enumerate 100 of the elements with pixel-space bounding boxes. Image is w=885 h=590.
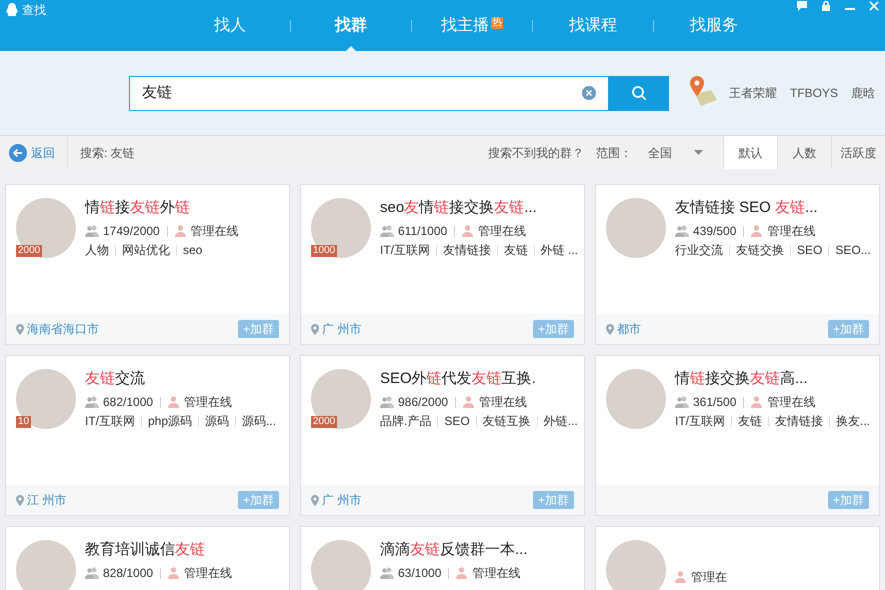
group-tag: 行业交流 [675,241,723,259]
admin-status: 管理在线 [767,394,816,411]
group-card[interactable]: 2000 SEO外链代发友链互换. 986/2000 管理在线 品牌.产品 SEO 友链互换 外链... 广 州市 +加群 [300,355,585,516]
level-badge: 10 [16,416,32,428]
group-tag: 品牌.产品 [380,412,432,430]
group-tag: IT/互联网 [675,412,725,430]
level-badge: 2000 [16,245,42,257]
hot-search-link[interactable]: 鹿晗 [851,84,876,102]
member-count: 1749/2000 [103,223,160,240]
member-count: 611/1000 [398,223,448,240]
group-card[interactable]: 1000 seo友情链接交换友链... 611/1000 管理在线 IT/互联网 友情链接 友链 外链 ... 广 州市 +加群 [300,184,585,345]
people-icon [380,225,394,237]
group-title[interactable]: seo友情链接交换友链... [380,198,578,218]
group-card[interactable]: 情链接交换友链高... 361/500 管理在线 IT/互联网 友链 友情链接 换友... +加群 [595,355,880,516]
person-icon [462,225,474,237]
group-tag: 友链 [504,241,528,259]
level-badge: 2000 [311,416,338,428]
group-title[interactable]: 情链接友链外链 [85,198,239,218]
location-pin-icon [311,494,319,506]
scope-label: 范围： [596,144,632,162]
member-count: 828/1000 [103,565,154,582]
search-query-text: 搜索: 友链 [80,144,135,162]
person-icon [168,396,180,408]
group-tag: 友链 [738,412,762,430]
avatar-placeholder [606,540,666,590]
admin-status: 管理在线 [478,223,526,240]
admin-status: 管理在线 [184,394,232,411]
person-icon [456,567,468,579]
member-count: 439/500 [693,223,736,240]
help-link[interactable]: 搜索不到我的群？ [488,144,584,162]
admin-status: 管理在线 [479,394,528,411]
group-card[interactable]: 友情链接 SEO 友链... 439/500 管理在线 行业交流 友链交换 SEO SEO... 都市 +加群 [595,184,880,345]
search-field[interactable]: 友链 [129,76,609,110]
group-title[interactable]: 情链接交换友链高... [675,369,870,389]
feedback-icon[interactable] [797,1,807,11]
lock-icon[interactable] [821,1,831,11]
person-icon [675,571,686,583]
group-tag: 人物 [85,241,109,259]
avatar-placeholder [16,540,76,590]
scope-dropdown[interactable]: 全国 [648,144,723,162]
group-tag: 友链互换 [482,412,531,430]
group-tag: SEO [797,241,822,259]
close-icon[interactable] [869,1,879,11]
group-title[interactable]: SEO外链代发友链互换. [380,369,578,389]
location-pin-icon [311,324,319,334]
group-title[interactable]: 友链交流 [85,369,276,389]
hot-search-link[interactable]: TFBOYS [790,84,838,102]
member-count: 682/1000 [103,394,154,411]
location-pin-icon [606,324,614,334]
location-text: 都市 [617,321,641,338]
group-tag: 源码... [242,412,276,430]
hot-badge: 热 [491,17,503,29]
group-tag: 网站优化 [122,241,170,259]
admin-status: 管理在线 [184,565,232,582]
group-tag: IT/互联网 [85,412,135,430]
group-card[interactable]: 2000 情链接友链外链 1749/2000 管理在线 人物 网站优化 seo 海南省海口市 +加群 [5,184,290,345]
member-count: 63/1000 [398,565,442,582]
group-tag: IT/互联网 [380,241,430,259]
location-pin-icon [16,494,24,506]
group-title[interactable]: 滴滴友链反馈群一本... [380,540,528,560]
people-icon [85,567,99,579]
group-card[interactable]: 滴滴友链反馈群一本... 63/1000 管理在线 [300,526,585,590]
person-icon [174,225,186,237]
location-text: 江 州市 [27,492,66,509]
group-title[interactable]: 教育培训诚信友链 [85,540,232,560]
window-title: 查找 [22,2,46,19]
member-count: 361/500 [693,394,736,411]
search-icon [631,85,647,101]
location-pin-icon [16,324,24,334]
person-icon [463,396,474,408]
people-icon [380,567,394,579]
level-badge: 1000 [311,245,338,257]
group-tag: 友链交换 [736,241,784,259]
group-tag: 换友... [836,412,870,430]
search-button[interactable] [609,76,669,110]
group-tag: 外链... [544,412,578,430]
people-icon [380,396,394,408]
people-icon [85,396,99,408]
group-tag: 友情链接 [775,412,823,430]
group-card[interactable]: 10 友链交流 682/1000 管理在线 IT/互联网 php源码 源码 源码... 江 州市 +加群 [5,355,290,516]
group-tag: seo [183,241,202,259]
group-tag: SEO [444,412,470,430]
group-tag: php源码 [148,412,192,430]
people-icon [675,225,689,237]
clear-icon[interactable] [582,86,596,100]
group-title[interactable]: 友情链接 SEO 友链... [675,198,871,218]
group-card[interactable]: 管理在 [595,526,880,590]
hot-search-link[interactable]: 王者荣耀 [729,84,777,102]
person-icon [168,567,180,579]
caret-icon [694,150,703,155]
penguin-icon [6,3,18,17]
location-text: 海南省海口市 [27,321,99,338]
admin-status: 管理在线 [767,223,816,240]
member-count: 986/2000 [398,394,448,411]
admin-status: 管理在线 [472,565,520,582]
person-icon [751,396,762,408]
group-card[interactable]: 教育培训诚信友链 828/1000 管理在线 [5,526,290,590]
sort-tab[interactable]: 默认 [723,136,777,169]
person-icon [751,225,762,237]
group-tag: 外链 ... [540,241,578,259]
